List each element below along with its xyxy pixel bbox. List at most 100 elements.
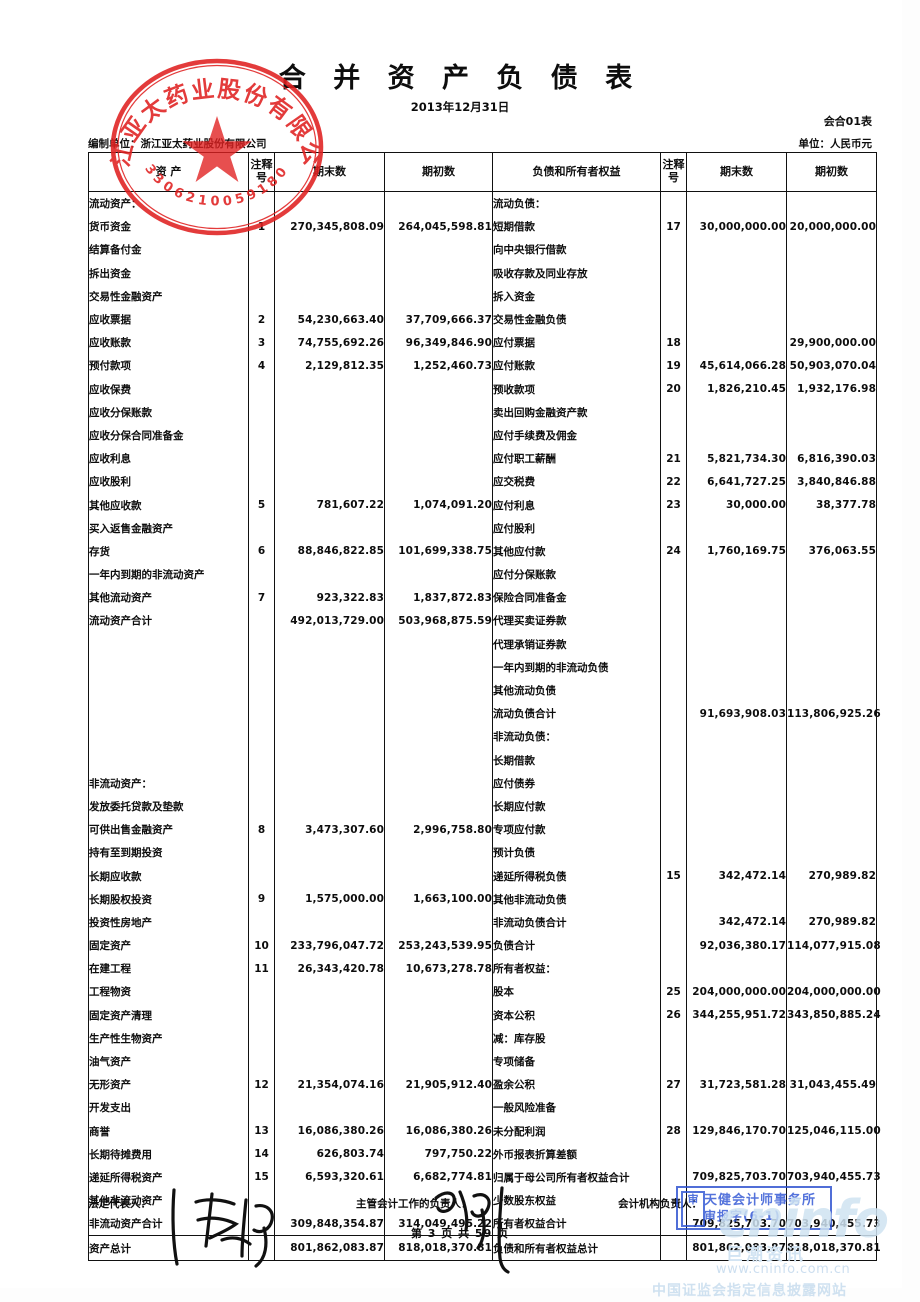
- liability-note: [660, 725, 687, 749]
- asset-label: 应收保费: [88, 377, 249, 401]
- liability-note: [660, 609, 687, 633]
- asset-note: 8: [248, 818, 275, 842]
- liability-label: 股本: [492, 980, 661, 1004]
- liability-note: [660, 678, 687, 703]
- table-row: 流动资产： 流动负债：: [88, 191, 877, 216]
- table-row: 在建工程 11 26,343,420.78 10,673,278.78 所有者权益：: [88, 957, 877, 981]
- liability-begin-balance: [786, 678, 877, 703]
- asset-end-balance: [274, 771, 385, 795]
- asset-begin-balance: [384, 632, 493, 656]
- liability-note: 24: [660, 539, 687, 563]
- liability-note: [660, 632, 687, 656]
- asset-label: [88, 655, 249, 679]
- asset-begin-balance: [384, 1026, 493, 1050]
- legal-representative-label: 法定代表人：: [88, 1198, 151, 1210]
- asset-begin-balance: [384, 400, 493, 424]
- table-row: 拆出资金 吸收存款及同业存放: [88, 261, 877, 285]
- liability-end-balance: [686, 609, 787, 633]
- liability-label: 向中央银行借款: [492, 238, 661, 262]
- asset-label: 非流动资产：: [88, 771, 249, 795]
- liability-note: 19: [660, 354, 687, 378]
- asset-end-balance: [274, 980, 385, 1004]
- liability-begin-balance: [786, 307, 877, 332]
- liability-note: [660, 655, 687, 679]
- asset-label: 应收利息: [88, 447, 249, 471]
- asset-note: [248, 1049, 275, 1074]
- liability-begin-balance: [786, 191, 877, 216]
- liability-begin-balance: [786, 957, 877, 981]
- liability-label: 所有者权益：: [492, 957, 661, 981]
- liability-end-balance: [686, 818, 787, 842]
- asset-note: [248, 447, 275, 471]
- asset-label: [88, 725, 249, 749]
- liability-end-balance: 342,472.14: [686, 910, 787, 934]
- liability-end-balance: [686, 1026, 787, 1050]
- liability-begin-balance: [786, 771, 877, 795]
- liability-end-balance: [686, 655, 787, 679]
- asset-note: 14: [248, 1142, 275, 1166]
- asset-label: [88, 678, 249, 703]
- liability-note: [660, 818, 687, 842]
- liability-label: 应付债券: [492, 771, 661, 795]
- liability-note: [660, 957, 687, 981]
- liability-end-balance: [686, 957, 787, 981]
- liability-note: [660, 284, 687, 308]
- liability-label: 一年内到期的非流动负债: [492, 655, 661, 679]
- liability-end-balance: [686, 307, 787, 332]
- table-row: 固定资产清理 资本公积 26 344,255,951.72 343,850,885.24: [88, 1003, 881, 1027]
- asset-end-balance: 270,345,808.09: [274, 215, 385, 239]
- asset-begin-balance: 37,709,666.37: [384, 307, 493, 332]
- asset-end-balance: [274, 864, 385, 888]
- liability-begin-balance: [786, 655, 877, 679]
- liability-label: 负债合计: [492, 934, 661, 958]
- liability-label: 代理买卖证券款: [492, 609, 661, 633]
- preparer-unit: 编制单位：浙江亚太药业股份有限公司: [88, 138, 267, 150]
- liability-end-balance: 30,000,000.00: [686, 215, 787, 239]
- asset-note: [248, 748, 275, 772]
- liability-end-balance: 1,826,210.45: [686, 377, 787, 401]
- asset-note: [248, 191, 275, 216]
- asset-note: [248, 609, 275, 633]
- liability-label: 应付职工薪酬: [492, 447, 661, 471]
- liability-begin-balance: [786, 794, 877, 819]
- liability-begin-balance: 3,840,846.88: [786, 470, 877, 494]
- table-row: 投资性房地产 非流动负债合计 342,472.14 270,989.82: [88, 910, 877, 934]
- asset-begin-balance: [384, 748, 493, 772]
- asset-note: [248, 423, 275, 448]
- liability-begin-balance: [786, 725, 877, 749]
- asset-label: 发放委托贷款及垫款: [88, 794, 249, 819]
- liability-label: 应付股利: [492, 516, 661, 540]
- liability-note: [660, 1049, 687, 1074]
- table-row: 一年内到期的非流动负债: [88, 655, 877, 679]
- asset-end-balance: 16,086,380.26: [274, 1119, 385, 1143]
- note-label-a: 注释号: [250, 158, 273, 184]
- liability-end-balance: 5,821,734.30: [686, 447, 787, 471]
- asset-begin-balance: 21,905,912.40: [384, 1073, 493, 1097]
- report-date: 2013年12月31日: [410, 100, 510, 114]
- asset-note: [248, 632, 275, 656]
- liability-end-balance: [686, 771, 787, 795]
- liability-begin-balance: 204,000,000.00: [786, 980, 881, 1004]
- asset-note: 10: [248, 934, 275, 958]
- asset-note: 4: [248, 354, 275, 378]
- liability-end-balance: 45,614,066.28: [686, 354, 787, 378]
- liability-note: [660, 702, 687, 726]
- liability-begin-balance: 703,940,455.73: [786, 1165, 881, 1190]
- liability-label: 递延所得税负债: [492, 864, 661, 888]
- liability-note: [660, 1096, 687, 1120]
- asset-note: [248, 910, 275, 934]
- liability-end-balance: [686, 887, 787, 911]
- liability-label: 外币报表折算差额: [492, 1142, 661, 1166]
- liability-begin-balance: [786, 261, 877, 285]
- asset-note: 9: [248, 887, 275, 911]
- col-header-note-liab: 注释号: [660, 152, 687, 192]
- table-row: 交易性金融资产 拆入资金: [88, 284, 877, 308]
- asset-label: 应收股利: [88, 470, 249, 494]
- asset-end-balance: [274, 725, 385, 749]
- asset-note: [248, 794, 275, 819]
- table-row: 应收分保合同准备金 应付手续费及佣金: [88, 423, 877, 448]
- col-header-begin-assets: 期初数: [384, 152, 493, 192]
- asset-label: 其他流动资产: [88, 586, 249, 610]
- asset-begin-balance: 1,074,091.20: [384, 493, 493, 517]
- asset-begin-balance: [384, 423, 493, 448]
